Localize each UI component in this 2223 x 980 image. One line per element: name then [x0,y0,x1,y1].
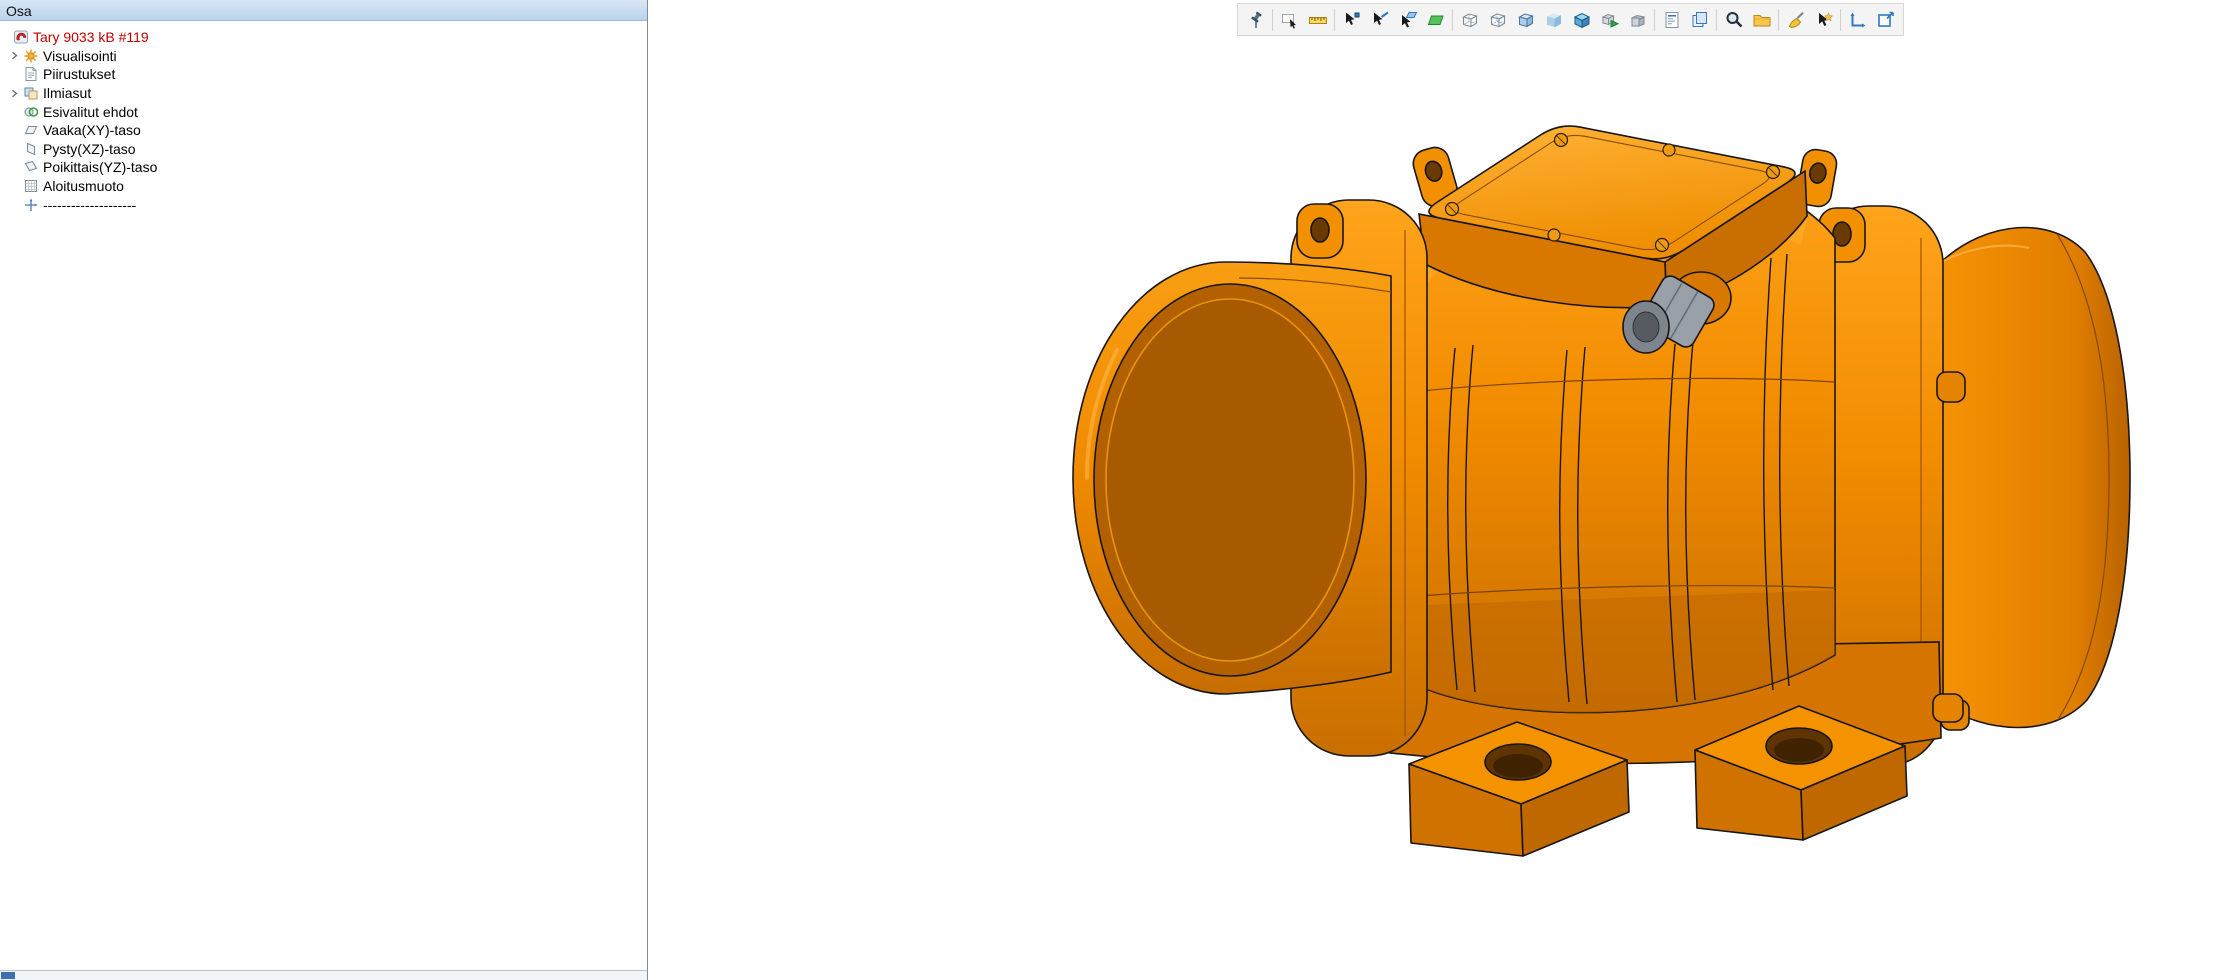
toolbar-separator [1272,9,1273,31]
coordinate-axes-button[interactable] [1844,7,1871,33]
toolbar-separator [1334,9,1335,31]
view-hidden-edges-button[interactable] [1484,7,1511,33]
new-window-button[interactable] [1872,7,1899,33]
measure-icon [1308,10,1328,30]
tree-item-label: Ilmiasut [43,84,91,102]
select-region-button[interactable] [1276,7,1303,33]
pin-icon [1246,10,1266,30]
tree-item-aloitusmuoto[interactable]: Aloitusmuoto [0,177,647,196]
select-face-button[interactable] [1394,7,1421,33]
copy-button[interactable] [1686,7,1713,33]
view-wireframe-button[interactable] [1456,7,1483,33]
tree-item-label: Vaaka(XY)-taso [43,121,141,139]
select-region-icon [1280,10,1300,30]
toolbar-separator [1654,9,1655,31]
coordinate-axes-icon [1848,10,1868,30]
toolbar-separator [1778,9,1779,31]
tree-item-ilmiasut[interactable]: Ilmiasut [0,84,647,103]
clean-icon [1786,10,1806,30]
tree-item-poikittais-yz-taso[interactable]: Poikittais(YZ)-taso [0,158,647,177]
measure-button[interactable] [1304,7,1331,33]
viewport-3d[interactable] [649,0,2223,980]
select-vertex-button[interactable] [1338,7,1365,33]
view-wireframe-icon [1460,10,1480,30]
tree-item-origin[interactable]: -------------------- [0,195,647,214]
preselected-conditions-icon [22,104,39,120]
view-shaded-edges-button[interactable] [1512,7,1539,33]
left-end-cap [1073,262,1391,694]
tree-item-label: Poikittais(YZ)-taso [43,158,157,176]
tree-item-label: Visualisointi [43,47,117,65]
select-solid-icon [1426,10,1446,30]
new-window-icon [1876,10,1896,30]
view-shaded-icon [1544,10,1564,30]
tree-item-label: Tary 9033 kB #119 [33,28,149,46]
expand-chevron-icon[interactable] [6,51,22,60]
origin-icon [22,197,39,213]
feature-tree: Tary 9033 kB #119 Visualisointi Piirustu… [0,21,647,970]
magnifier-button[interactable] [1720,7,1747,33]
view-box-button[interactable] [1624,7,1651,33]
folder-button[interactable] [1748,7,1775,33]
toolbar-separator [1452,9,1453,31]
animate-icon [1600,10,1620,30]
view-shaded-edges-icon [1516,10,1536,30]
report-icon [1662,10,1682,30]
smart-select-button[interactable] [1810,7,1837,33]
feature-tree-panel: Osa Tary 9033 kB #119 Visualisointi Piir… [0,0,648,980]
select-face-icon [1398,10,1418,30]
panel-scrollbar[interactable] [0,970,647,980]
part-icon [12,29,29,45]
view-box-icon [1628,10,1648,30]
tree-item-label: Pysty(XZ)-taso [43,140,136,158]
select-edge-icon [1370,10,1390,30]
view-shaded-button[interactable] [1540,7,1567,33]
tree-item-part-root[interactable]: Tary 9033 kB #119 [0,28,647,47]
view-hidden-edges-icon [1488,10,1508,30]
tree-item-label: Piirustukset [43,65,115,83]
tree-item-pysty-xz-taso[interactable]: Pysty(XZ)-taso [0,140,647,159]
plane-yz-icon [22,159,39,175]
clean-button[interactable] [1782,7,1809,33]
tree-item-label: -------------------- [43,196,136,214]
select-edge-button[interactable] [1366,7,1393,33]
model-vibration-motor[interactable] [649,0,2223,980]
appearances-icon [22,85,39,101]
drawings-icon [22,66,39,82]
folder-icon [1752,10,1772,30]
tree-item-label: Aloitusmuoto [43,177,124,195]
expand-chevron-icon[interactable] [6,89,22,98]
select-solid-button[interactable] [1422,7,1449,33]
visualization-icon [22,48,39,64]
tree-item-label: Esivalitut ehdot [43,103,138,121]
tree-item-piirustukset[interactable]: Piirustukset [0,65,647,84]
toolbar-separator [1716,9,1717,31]
tree-item-esivalitut-ehdot[interactable]: Esivalitut ehdot [0,102,647,121]
view-isometric-button[interactable] [1568,7,1595,33]
copy-icon [1690,10,1710,30]
select-vertex-icon [1342,10,1362,30]
smart-select-icon [1814,10,1834,30]
tree-item-vaaka-xy-taso[interactable]: Vaaka(XY)-taso [0,121,647,140]
toolbar-separator [1840,9,1841,31]
pin-button[interactable] [1242,7,1269,33]
view-toolbar [1237,3,1904,36]
start-shape-icon [22,178,39,194]
right-end-cap [1941,228,2130,728]
magnifier-icon [1724,10,1744,30]
view-isometric-icon [1572,10,1592,30]
plane-xy-icon [22,122,39,138]
animate-button[interactable] [1596,7,1623,33]
panel-title: Osa [0,0,647,21]
report-button[interactable] [1658,7,1685,33]
plane-xz-icon [22,141,39,157]
scrollbar-thumb[interactable] [1,972,15,979]
tree-item-visualisointi[interactable]: Visualisointi [0,47,647,66]
